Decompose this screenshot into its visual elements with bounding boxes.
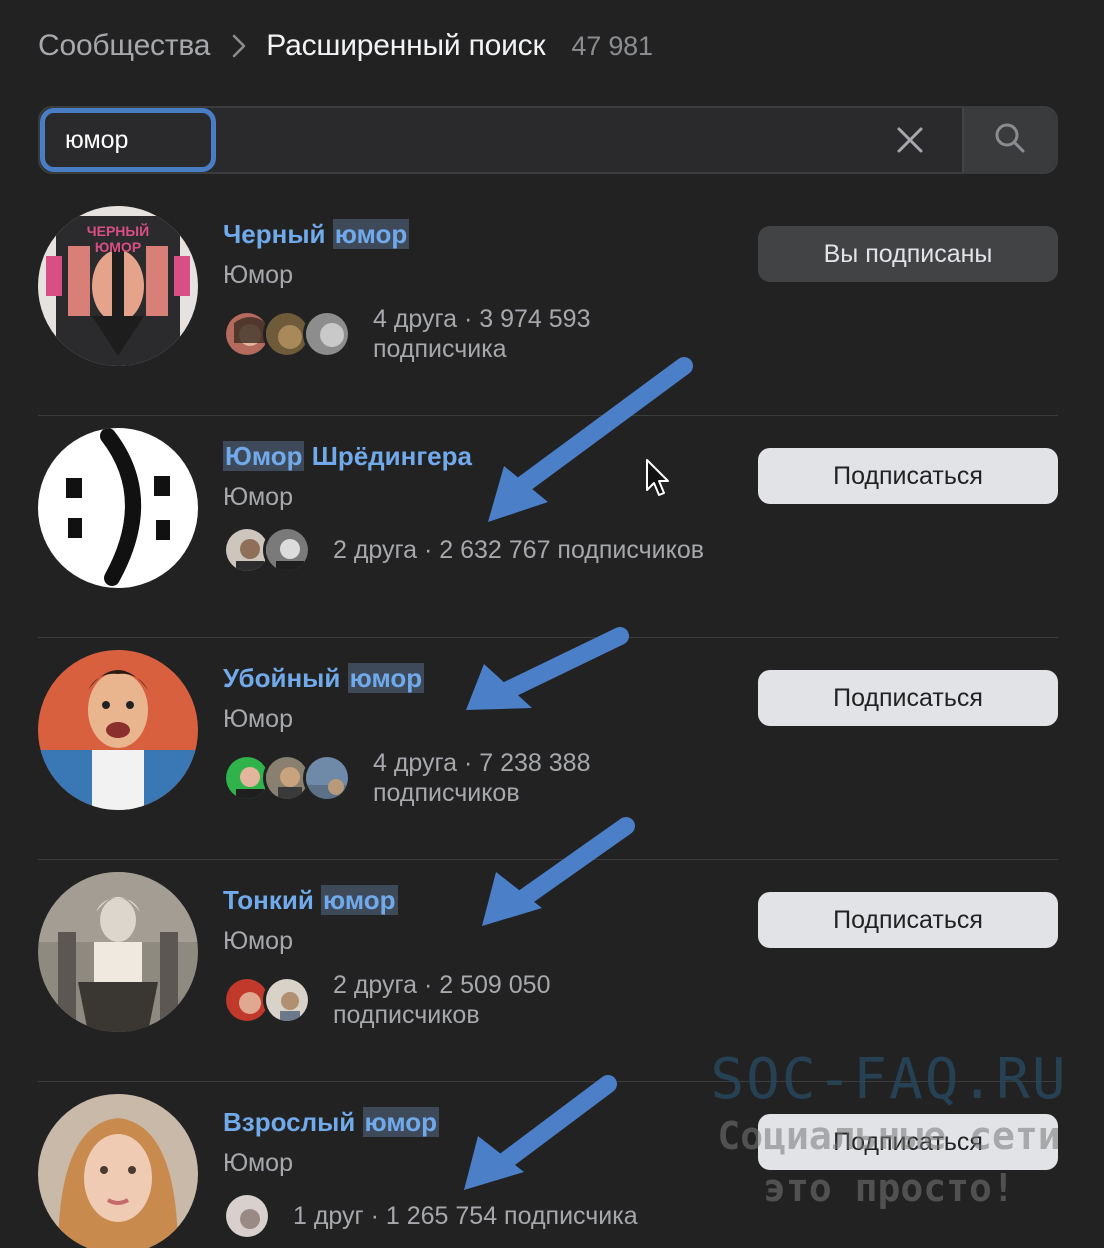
community-name-text: Взрослый — [223, 1107, 363, 1137]
page-title: Расширенный поиск — [266, 29, 546, 62]
community-name[interactable]: Юмор Шрёдингера — [223, 436, 704, 476]
svg-text:ЧЕРНЫЙ: ЧЕРНЫЙ — [87, 222, 149, 239]
search-highlight: юмор — [362, 1107, 440, 1137]
community-info: Взрослый юмор Юмор 1 друг · 1 265 754 по… — [223, 1102, 638, 1240]
list-item[interactable]: Взрослый юмор Юмор 1 друг · 1 265 754 по… — [38, 1082, 1058, 1248]
community-stats: 4 друга · 7 238 388 подписчиков — [373, 749, 591, 807]
friends-block: 1 друг · 1 265 754 подписчика — [223, 1192, 638, 1240]
friend-avatars[interactable] — [223, 1192, 271, 1240]
friend-avatars[interactable] — [223, 754, 351, 802]
community-stats: 4 друга · 3 974 593 подписчика — [373, 305, 591, 363]
friend-avatars[interactable] — [223, 526, 311, 574]
friend-avatars[interactable] — [223, 310, 351, 358]
search-input[interactable] — [40, 108, 216, 172]
community-stats: 2 друга · 2 509 050 подписчиков — [333, 971, 551, 1029]
friend-avatar — [223, 1192, 271, 1240]
community-name[interactable]: Убойный юмор — [223, 658, 673, 698]
svg-text:ЮМОР: ЮМОР — [95, 239, 141, 255]
community-name[interactable]: Черный юмор — [223, 214, 673, 254]
community-name[interactable]: Взрослый юмор — [223, 1102, 638, 1142]
subscribe-button[interactable]: Подписаться — [758, 448, 1058, 504]
community-category: Юмор — [223, 483, 293, 511]
community-name-text: Убойный — [223, 663, 348, 693]
subscribe-button[interactable]: Подписаться — [758, 670, 1058, 726]
page: Сообщества Расширенный поиск 47 981 юмор… — [0, 0, 1104, 1248]
community-name-text: Черный — [223, 219, 333, 249]
community-stats: 1 друг · 1 265 754 подписчика — [293, 1202, 638, 1230]
friend-avatar — [263, 976, 311, 1024]
list-item[interactable]: Тонкий юмор Юмор 2 друга · 2 509 050 под… — [38, 860, 1058, 1082]
friends-block: 2 друга · 2 632 767 подписчиков — [223, 526, 704, 574]
list-item[interactable]: Убойный юмор Юмор 4 друга · 7 238 388 по… — [38, 638, 1058, 860]
friend-avatars[interactable] — [223, 976, 311, 1024]
search-highlight: юмор — [321, 885, 398, 915]
breadcrumb: Сообщества Расширенный поиск 47 981 — [38, 24, 653, 68]
close-icon[interactable] — [892, 122, 928, 158]
avatar[interactable] — [38, 428, 198, 588]
community-category: Юмор — [223, 927, 293, 955]
community-name[interactable]: Тонкий юмор — [223, 880, 633, 920]
community-info: Тонкий юмор Юмор 2 друга · 2 509 050 под… — [223, 880, 633, 1030]
search-highlight: Юмор — [223, 441, 305, 471]
community-name-text: Тонкий — [223, 885, 322, 915]
avatar[interactable]: ЧЕРНЫЙ ЮМОР — [38, 206, 198, 366]
avatar[interactable] — [38, 650, 198, 810]
subscribed-button[interactable]: Вы подписаны — [758, 226, 1058, 282]
search-icon — [994, 122, 1026, 159]
subscribe-button[interactable]: Подписаться — [758, 1114, 1058, 1170]
community-info: Убойный юмор Юмор 4 друга · 7 238 388 по… — [223, 658, 673, 808]
friend-avatar — [263, 526, 311, 574]
friend-avatar — [303, 754, 351, 802]
community-stats: 2 друга · 2 632 767 подписчиков — [333, 536, 705, 564]
community-name-text: Шрёдингера — [304, 441, 472, 471]
community-category: Юмор — [223, 1149, 293, 1177]
subscribe-button[interactable]: Подписаться — [758, 892, 1058, 948]
community-category: Юмор — [223, 705, 293, 733]
search-button[interactable] — [962, 108, 1056, 172]
search-input-wrap — [40, 108, 962, 172]
mouse-cursor-icon — [645, 458, 671, 503]
breadcrumb-communities-link[interactable]: Сообщества — [38, 29, 210, 63]
friends-block: 2 друга · 2 509 050 подписчиков — [223, 970, 633, 1030]
community-category: Юмор — [223, 261, 293, 289]
friend-avatar — [303, 310, 351, 358]
list-item[interactable]: Юмор Шрёдингера Юмор 2 друга · 2 632 767… — [38, 416, 1058, 638]
list-item[interactable]: ЧЕРНЫЙ ЮМОР Черный юмор Юмор 4 друга · 3… — [38, 194, 1058, 416]
avatar[interactable] — [38, 872, 198, 1032]
friends-block: 4 друга · 7 238 388 подписчиков — [223, 748, 673, 808]
avatar[interactable] — [38, 1094, 198, 1248]
chevron-right-icon — [232, 34, 246, 58]
search-highlight: юмор — [332, 219, 410, 249]
community-info: Черный юмор Юмор 4 друга · 3 974 593 под… — [223, 214, 673, 364]
search-bar — [38, 106, 1058, 174]
search-highlight: юмор — [347, 663, 425, 693]
friends-block: 4 друга · 3 974 593 подписчика — [223, 304, 673, 364]
results-count: 47 981 — [571, 30, 653, 61]
community-info: Юмор Шрёдингера Юмор 2 друга · 2 632 767… — [223, 436, 704, 574]
results-list: ЧЕРНЫЙ ЮМОР Черный юмор Юмор 4 друга · 3… — [38, 194, 1058, 1248]
